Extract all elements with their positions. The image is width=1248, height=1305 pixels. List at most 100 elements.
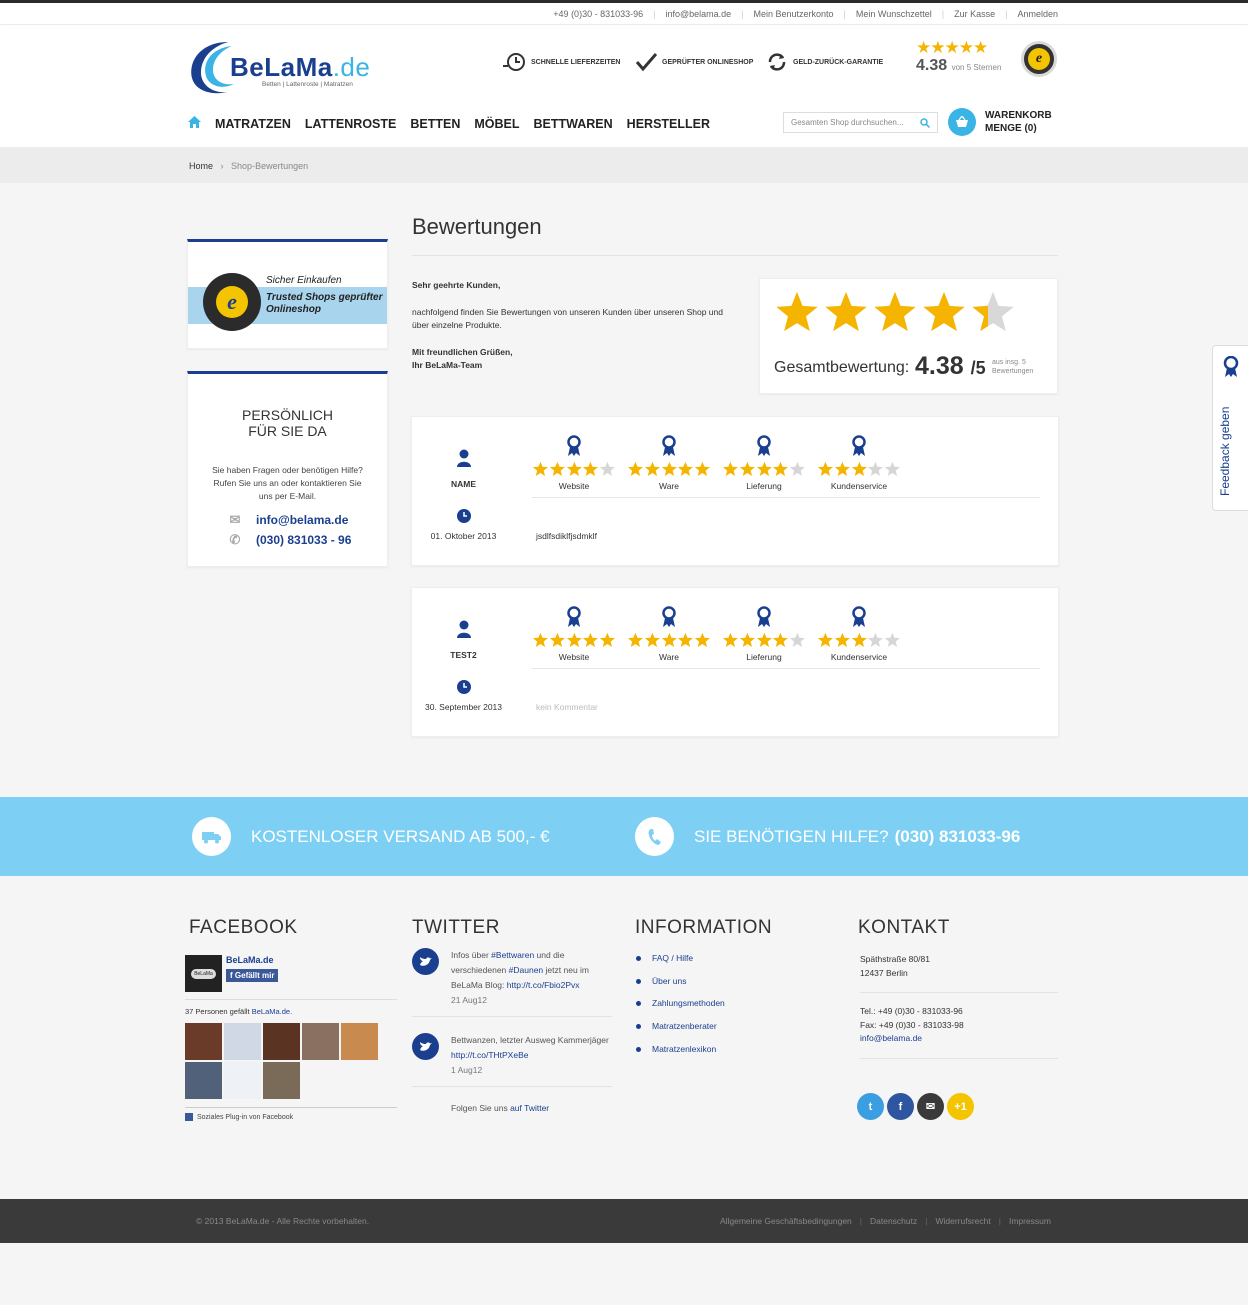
intro-body: nachfolgend finden Sie Bewertungen von u… — [412, 307, 723, 330]
hotline-info[interactable]: SIE BENÖTIGEN HILFE? (030) 831033-96 — [635, 817, 1020, 856]
truck-icon — [192, 817, 231, 856]
top-link[interactable]: Mein Benutzerkonto — [754, 9, 834, 19]
star-icon — [885, 632, 901, 647]
facebook-fan-avatar[interactable] — [263, 1023, 300, 1060]
help-email[interactable]: ✉ info@belama.de — [226, 512, 349, 528]
twitter-icon[interactable]: t — [857, 1093, 884, 1120]
info-link-about[interactable]: Über uns — [636, 970, 725, 993]
top-link[interactable]: +49 (0)30 - 831033-96 — [553, 9, 643, 19]
rating-category: Website — [532, 606, 616, 662]
cart-label: WARENKORB — [985, 110, 1052, 121]
nav-hersteller[interactable]: HERSTELLER — [627, 117, 710, 131]
star-icon — [678, 632, 694, 647]
nav-bettwaren[interactable]: BETTWAREN — [534, 117, 613, 131]
tweet-link[interactable]: http://t.co/THtPXeBe — [451, 1050, 528, 1060]
star-icon — [834, 461, 850, 476]
mail-icon[interactable]: ✉ — [917, 1093, 944, 1120]
tweet-hashtag[interactable]: #Daunen — [509, 965, 544, 975]
nav-lattenroste[interactable]: LATTENROSTE — [305, 117, 396, 131]
top-link[interactable]: Zur Kasse — [954, 9, 995, 19]
header-rating[interactable]: ★★★★★ 4.38 von 5 Sternen — [916, 39, 1016, 75]
review-categories: Website Ware Lieferung Kundenservice — [532, 435, 901, 491]
breadcrumb-separator: › — [220, 161, 224, 171]
kontakt-street: Späthstraße 80/81 — [860, 954, 930, 964]
twitter-bird-icon[interactable] — [412, 948, 439, 975]
kontakt-email[interactable]: info@belama.de — [860, 1033, 922, 1043]
kontakt-tel: Tel.: +49 (0)30 - 831033-96 — [860, 1006, 963, 1016]
rating-category-label: Website — [558, 481, 590, 491]
facebook-fan-avatar[interactable] — [224, 1062, 261, 1099]
clock-icon — [457, 509, 471, 523]
facebook-page-name[interactable]: BeLaMa.de — [226, 955, 278, 965]
facebook-icon — [185, 1113, 193, 1121]
trusted-shops-seal-icon[interactable]: e — [1021, 41, 1057, 77]
breadcrumb-home[interactable]: Home — [189, 161, 213, 171]
star-icon — [532, 632, 548, 647]
facebook-icon[interactable]: f — [887, 1093, 914, 1120]
top-link[interactable]: Mein Wunschzettel — [856, 9, 932, 19]
hotline-label: SIE BENÖTIGEN HILFE? — [694, 826, 889, 846]
twitter-follow-link[interactable]: auf Twitter — [510, 1103, 549, 1113]
facebook-page-thumbnail[interactable]: BeLaMa — [185, 955, 222, 992]
tweet-hashtag[interactable]: #Bettwaren — [491, 950, 534, 960]
footer-bar — [0, 1199, 1248, 1243]
rating-category: Lieferung — [722, 606, 806, 662]
search-icon[interactable] — [920, 117, 930, 128]
info-link-faq[interactable]: FAQ / Hilfe — [636, 947, 725, 970]
star-icon — [722, 632, 738, 647]
cart[interactable]: WARENKORB MENGE (0) — [948, 108, 1052, 136]
facebook-fan-avatar[interactable] — [224, 1023, 261, 1060]
overall-rating-label: Gesamtbewertung: — [774, 359, 910, 376]
nav-moebel[interactable]: MÖBEL — [474, 117, 519, 131]
trusted-shops-box[interactable]: e Sicher Einkaufen Trusted Shops geprüft… — [187, 239, 388, 349]
info-link-payment[interactable]: Zahlungsmethoden — [636, 992, 725, 1015]
footer-link[interactable]: Datenschutz — [870, 1216, 917, 1226]
star-icon — [678, 461, 694, 476]
google-plus-icon[interactable]: +1 — [947, 1093, 974, 1120]
star-icon — [874, 291, 916, 332]
nav-matratzen[interactable]: MATRATZEN — [215, 117, 291, 131]
info-link-mattress-advisor[interactable]: Matratzenberater — [636, 1015, 725, 1038]
twitter-bird-icon[interactable] — [412, 1033, 439, 1060]
star-icon — [773, 632, 789, 647]
footer-link[interactable]: Allgemeine Geschäftsbedingungen — [720, 1216, 852, 1226]
top-link[interactable]: Anmelden — [1017, 9, 1058, 19]
info-link-mattress-lexicon[interactable]: Matratzenlexikon — [636, 1038, 725, 1061]
breadcrumb-current: Shop-Bewertungen — [231, 161, 309, 171]
rating-category-label: Kundenservice — [830, 481, 888, 491]
footer-link[interactable]: Widerrufsrecht — [935, 1216, 990, 1226]
star-icon — [851, 461, 867, 476]
hotline-number: (030) 831033-96 — [894, 826, 1021, 846]
facebook-fan-avatar[interactable] — [263, 1062, 300, 1099]
feature-delivery-label: SCHNELLE LIEFERZEITEN — [531, 58, 621, 66]
help-phone[interactable]: ✆ (030) 831033 - 96 — [226, 532, 352, 548]
feedback-tab[interactable]: Feedback geben — [1212, 345, 1248, 511]
star-icon — [825, 291, 867, 332]
trusted-shops-line2: Trusted Shops geprüfter Onlineshop — [266, 292, 383, 315]
rating-category: Website — [532, 435, 616, 491]
footer-link[interactable]: Impressum — [1009, 1216, 1051, 1226]
facebook-fan-avatar[interactable] — [185, 1023, 222, 1060]
facebook-fan-avatar[interactable] — [302, 1023, 339, 1060]
facebook-fan-avatar[interactable] — [185, 1062, 222, 1099]
search-input[interactable]: Gesamten Shop durchsuchen... — [783, 112, 938, 133]
nav-betten[interactable]: BETTEN — [410, 117, 460, 131]
review-card: NAME 01. Oktober 2013 Website Ware Lieferung… — [411, 416, 1059, 566]
tweet-link[interactable]: http://t.co/Fbio2Pvx — [507, 980, 580, 990]
home-icon[interactable] — [188, 116, 201, 131]
help-text: Sie haben Fragen oder benötigen Hilfe? R… — [212, 465, 363, 501]
logo[interactable]: BeLaMa.de Betten | Lattenroste | Matratz… — [188, 38, 370, 98]
star-icon — [695, 632, 711, 647]
facebook-count-link[interactable]: BeLaMa.de. — [252, 1007, 292, 1016]
award-ribbon-icon — [852, 435, 866, 456]
facebook-plugin-label[interactable]: Soziales Plug-in von Facebook — [185, 1107, 397, 1121]
top-link[interactable]: info@belama.de — [665, 9, 731, 19]
facebook-fan-avatar[interactable] — [341, 1023, 378, 1060]
rating-stars — [722, 632, 806, 648]
facebook-like-button[interactable]: f Gefällt mir — [226, 969, 279, 982]
rating-stars — [627, 632, 711, 648]
star-icon — [722, 461, 738, 476]
breadcrumb: Home › Shop-Bewertungen — [189, 161, 308, 171]
star-icon — [600, 461, 616, 476]
rating-category-label: Ware — [659, 652, 679, 662]
